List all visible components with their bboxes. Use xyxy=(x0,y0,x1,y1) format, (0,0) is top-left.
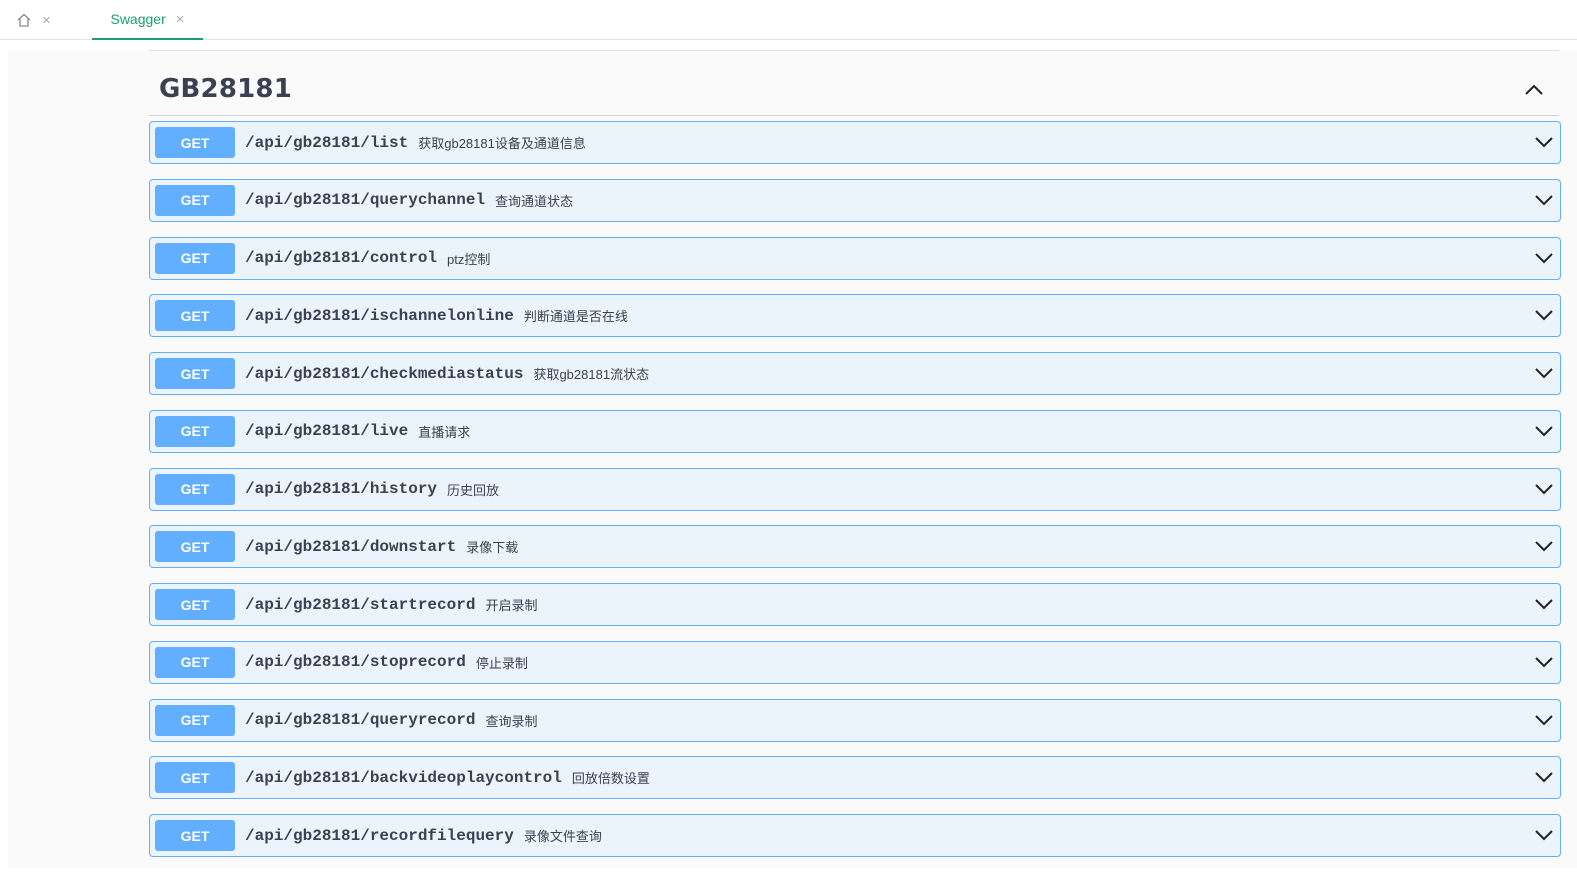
close-icon[interactable]: × xyxy=(42,13,51,28)
operation-path: /api/gb28181/downstart xyxy=(245,537,457,556)
operation-row[interactable]: GET /api/gb28181/downstart 录像下载 xyxy=(149,525,1561,569)
tab-home[interactable]: × xyxy=(16,0,51,40)
operation-description: 查询通道状态 xyxy=(495,193,574,209)
chevron-down-icon[interactable] xyxy=(1534,308,1554,322)
operation-row[interactable]: GET /api/gb28181/ischannelonline 判断通道是否在… xyxy=(149,294,1561,338)
operation-path: /api/gb28181/stoprecord xyxy=(245,653,466,672)
method-badge: GET xyxy=(155,358,235,389)
chevron-down-icon[interactable] xyxy=(1534,251,1554,265)
tab-swagger[interactable]: Swagger × xyxy=(92,0,203,40)
operation-description: 获取gb28181流状态 xyxy=(533,367,650,382)
swagger-content: GB28181 GET /api/gb28181/list 获取gb28181设… xyxy=(8,50,1577,868)
chevron-down-icon[interactable] xyxy=(1534,770,1554,784)
operation-summary: /api/gb28181/downstart 录像下载 xyxy=(245,526,518,567)
chevron-down-icon[interactable] xyxy=(1534,539,1554,553)
operation-path: /api/gb28181/live xyxy=(245,422,409,441)
method-badge: GET xyxy=(155,820,235,851)
operation-path: /api/gb28181/history xyxy=(245,480,438,498)
operation-path: /api/gb28181/control xyxy=(245,249,438,267)
operation-row[interactable]: GET /api/gb28181/startrecord 开启录制 xyxy=(149,583,1561,626)
method-badge: GET xyxy=(155,242,235,274)
operation-path: /api/gb28181/queryrecord xyxy=(245,711,476,729)
method-badge: GET xyxy=(155,646,235,678)
operation-description: 开启录制 xyxy=(485,598,538,613)
operation-path: /api/gb28181/startrecord xyxy=(245,595,476,614)
home-icon[interactable] xyxy=(16,12,32,28)
operation-summary: /api/gb28181/ischannelonline 判断通道是否在线 xyxy=(245,295,628,336)
method-badge: GET xyxy=(155,127,235,158)
operation-row[interactable]: GET /api/gb28181/recordfilequery 录像文件查询 xyxy=(149,814,1561,857)
chevron-down-icon[interactable] xyxy=(1534,597,1554,611)
operation-summary: /api/gb28181/queryrecord 查询录制 xyxy=(245,700,537,741)
operation-summary: /api/gb28181/live 直播请求 xyxy=(245,411,470,452)
operation-description: 获取gb28181设备及通道信息 xyxy=(418,136,586,151)
chevron-down-icon[interactable] xyxy=(1534,655,1554,669)
operation-summary: /api/gb28181/control ptz控制 xyxy=(245,238,490,279)
operation-row[interactable]: GET /api/gb28181/control ptz控制 xyxy=(149,236,1561,280)
operation-path: /api/gb28181/backvideoplaycontrol xyxy=(245,768,562,787)
chevron-down-icon[interactable] xyxy=(1534,424,1554,438)
operation-list: GET /api/gb28181/list 获取gb28181设备及通道信息 G… xyxy=(149,121,1561,872)
method-badge: GET xyxy=(155,473,235,505)
operation-summary: /api/gb28181/list 获取gb28181设备及通道信息 xyxy=(245,122,586,163)
operation-path: /api/gb28181/ischannelonline xyxy=(245,306,514,325)
operation-row[interactable]: GET /api/gb28181/queryrecord 查询录制 xyxy=(149,698,1561,742)
operation-path: /api/gb28181/list xyxy=(245,133,409,152)
operation-row[interactable]: GET /api/gb28181/checkmediastatus 获取gb28… xyxy=(149,352,1561,395)
operation-row[interactable]: GET /api/gb28181/live 直播请求 xyxy=(149,409,1561,453)
operation-description: 录像文件查询 xyxy=(523,829,602,844)
operation-summary: /api/gb28181/backvideoplaycontrol 回放倍数设置 xyxy=(245,757,650,798)
method-badge: GET xyxy=(155,762,235,794)
method-badge: GET xyxy=(155,184,235,216)
operation-summary: /api/gb28181/stoprecord 停止录制 xyxy=(245,642,528,683)
operation-summary: /api/gb28181/startrecord 开启录制 xyxy=(245,584,537,625)
method-badge: GET xyxy=(155,300,235,332)
divider xyxy=(149,50,1559,51)
operation-description: 回放倍数设置 xyxy=(571,771,650,787)
chevron-down-icon[interactable] xyxy=(1534,135,1554,149)
operation-description: 查询录制 xyxy=(485,713,538,729)
chevron-down-icon[interactable] xyxy=(1534,193,1554,207)
chevron-down-icon[interactable] xyxy=(1534,482,1554,496)
operation-description: 停止录制 xyxy=(475,655,528,671)
chevron-down-icon[interactable] xyxy=(1534,366,1554,380)
operation-path: /api/gb28181/querychannel xyxy=(245,191,486,210)
section-title: GB28181 xyxy=(159,74,293,104)
operation-description: 录像下载 xyxy=(466,540,519,556)
chevron-down-icon[interactable] xyxy=(1534,828,1554,842)
chevron-up-icon[interactable] xyxy=(1523,82,1545,98)
method-badge: GET xyxy=(155,589,235,620)
operation-summary: /api/gb28181/recordfilequery 录像文件查询 xyxy=(245,815,602,856)
operation-path: /api/gb28181/checkmediastatus xyxy=(245,364,524,383)
operation-row[interactable]: GET /api/gb28181/querychannel 查询通道状态 xyxy=(149,178,1561,222)
method-badge: GET xyxy=(155,704,235,736)
operation-row[interactable]: GET /api/gb28181/list 获取gb28181设备及通道信息 xyxy=(149,121,1561,164)
operation-row[interactable]: GET /api/gb28181/stoprecord 停止录制 xyxy=(149,640,1561,684)
tab-bar: × Swagger × xyxy=(0,0,1577,40)
tab-label: Swagger xyxy=(110,11,166,27)
operation-row[interactable]: GET /api/gb28181/history 历史回放 xyxy=(149,467,1561,511)
operation-summary: /api/gb28181/history 历史回放 xyxy=(245,469,499,510)
operation-description: 直播请求 xyxy=(418,424,471,440)
operation-description: ptz控制 xyxy=(447,251,491,267)
chevron-down-icon[interactable] xyxy=(1534,713,1554,727)
operation-summary: /api/gb28181/checkmediastatus 获取gb28181流… xyxy=(245,353,649,394)
operation-description: 判断通道是否在线 xyxy=(523,309,628,325)
operation-row[interactable]: GET /api/gb28181/backvideoplaycontrol 回放… xyxy=(149,756,1561,800)
operation-path: /api/gb28181/recordfilequery xyxy=(245,826,514,845)
operation-summary: /api/gb28181/querychannel 查询通道状态 xyxy=(245,180,573,221)
operation-description: 历史回放 xyxy=(447,482,500,498)
method-badge: GET xyxy=(155,531,235,563)
close-icon[interactable]: × xyxy=(176,12,185,27)
method-badge: GET xyxy=(155,415,235,447)
section-header[interactable]: GB28181 xyxy=(149,64,1559,116)
